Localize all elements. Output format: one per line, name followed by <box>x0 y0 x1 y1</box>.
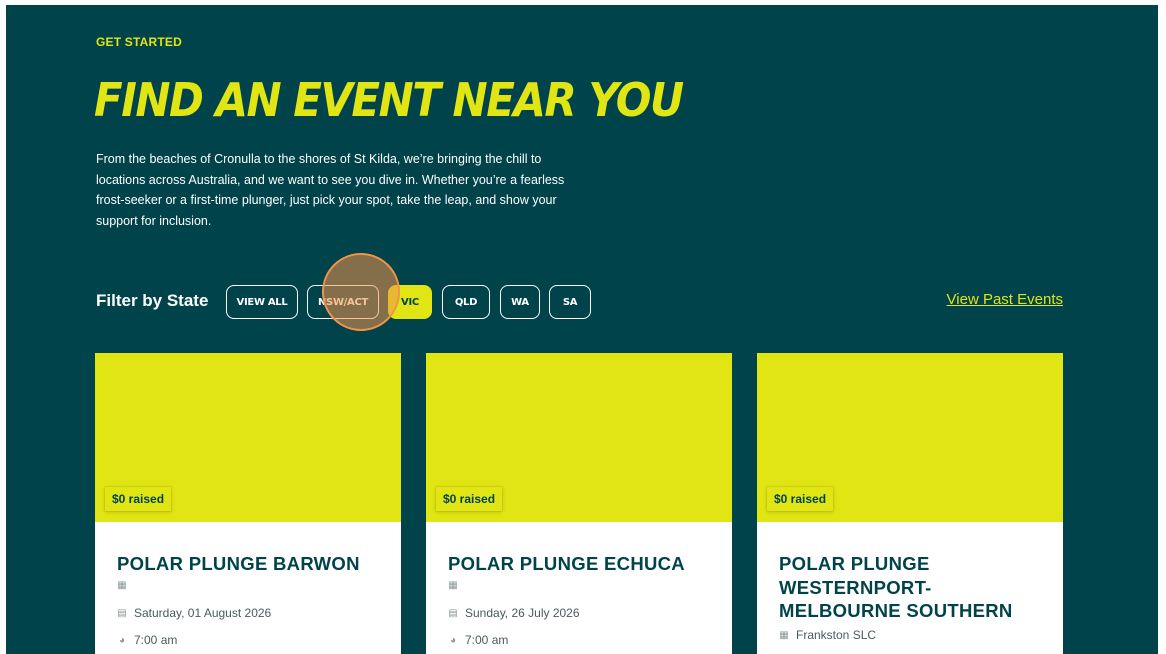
filter-chip-sa[interactable]: SA <box>549 285 591 319</box>
raised-badge: $0 raised <box>105 487 172 511</box>
event-title[interactable]: POLAR PLUNGE ECHUCA <box>448 552 718 576</box>
filter-chip-view-all[interactable]: VIEW ALL <box>226 285 298 319</box>
event-date-text: Sunday, 26 July 2026 <box>465 606 580 620</box>
map-icon: ▦ <box>779 629 789 641</box>
raised-badge: $0 raised <box>436 487 503 511</box>
calendar-icon: ▤ <box>448 607 458 619</box>
event-date: ▤ Saturday, 01 August 2026 <box>117 606 271 620</box>
clock-icon: ◕ <box>449 634 457 646</box>
intro-text: From the beaches of Cronulla to the shor… <box>96 152 565 228</box>
section-eyebrow: GET STARTED <box>96 35 182 49</box>
event-time-text: 7:00 am <box>134 633 178 647</box>
filter-chip-nsw-act[interactable]: NSW/ACT <box>307 285 379 319</box>
event-location: ▦ <box>448 580 465 591</box>
event-location: ▦ Frankston SLC <box>779 628 876 642</box>
raised-badge: $0 raised <box>767 487 834 511</box>
filter-chip-wa[interactable]: WA <box>500 285 540 319</box>
event-date: ▤ Sunday, 26 July 2026 <box>448 606 580 620</box>
event-card[interactable]: $0 raised POLAR PLUNGE ECHUCA ▦ ▤ Sunday… <box>426 353 732 654</box>
events-section: GET STARTED FIND AN EVENT NEAR YOU From … <box>6 5 1158 654</box>
event-time: ◕ 7:00 am <box>117 633 177 647</box>
event-location-text: Frankston SLC <box>796 628 877 642</box>
filter-label: Filter by State <box>96 291 209 310</box>
event-title[interactable]: POLAR PLUNGE WESTERNPORT-MELBOURNE SOUTH… <box>779 552 1049 623</box>
clock-icon: ◕ <box>118 634 126 646</box>
page-title: FIND AN EVENT NEAR YOU <box>94 73 684 127</box>
filter-chip-vic[interactable]: VIC <box>388 285 432 319</box>
view-past-events-link[interactable]: View Past Events <box>947 291 1063 308</box>
event-location: ▦ <box>117 580 134 591</box>
event-time: ◕ 7:00 am <box>448 633 508 647</box>
event-card[interactable]: $0 raised POLAR PLUNGE WESTERNPORT-MELBO… <box>757 353 1063 654</box>
event-time-text: 7:00 am <box>465 633 509 647</box>
calendar-icon: ▤ <box>117 607 127 619</box>
event-title[interactable]: POLAR PLUNGE BARWON <box>117 552 387 576</box>
event-card[interactable]: $0 raised POLAR PLUNGE BARWON ▦ ▤ Saturd… <box>95 353 401 654</box>
map-icon: ▦ <box>117 580 127 591</box>
map-icon: ▦ <box>448 580 458 591</box>
event-date-text: Saturday, 01 August 2026 <box>134 606 272 620</box>
filter-chip-qld[interactable]: QLD <box>442 285 490 319</box>
